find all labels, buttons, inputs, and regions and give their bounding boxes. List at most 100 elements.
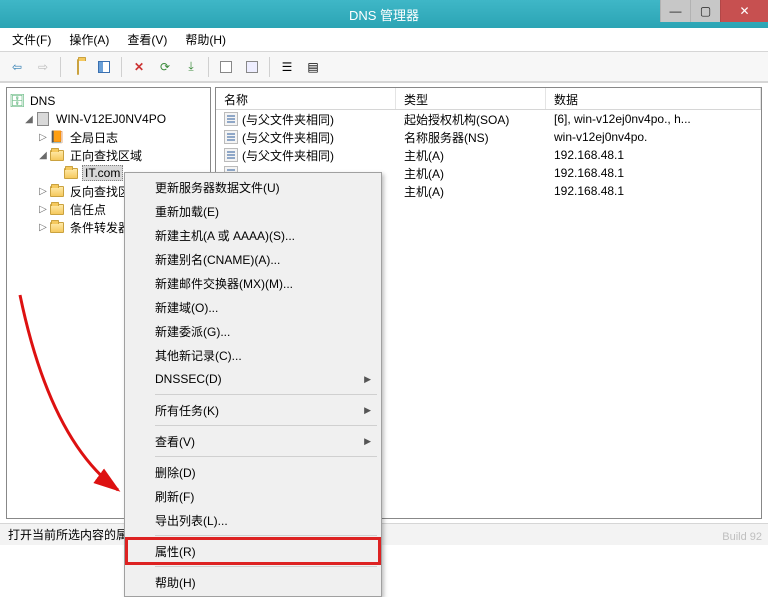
- properties-icon: [220, 61, 232, 73]
- menu-bar: 文件(F) 操作(A) 查看(V) 帮助(H): [0, 28, 768, 52]
- log-icon: 📙: [49, 129, 65, 145]
- menu-separator: [155, 456, 377, 457]
- menu-properties[interactable]: 属性(R): [127, 539, 379, 563]
- menu-refresh[interactable]: 刷新(F): [127, 484, 379, 508]
- tree-global-log[interactable]: 全局日志: [68, 129, 120, 146]
- refresh-icon: ⟳: [160, 60, 170, 74]
- build-text: Build 92: [722, 531, 762, 543]
- record-icon: [224, 148, 238, 162]
- menu-dnssec[interactable]: DNSSEC(D): [127, 367, 379, 391]
- toolbar-separator: [208, 57, 209, 77]
- folder-icon: [49, 219, 65, 235]
- menu-action[interactable]: 操作(A): [63, 29, 115, 50]
- arrow-left-icon: ⇦: [12, 60, 22, 74]
- close-button[interactable]: ✕: [720, 0, 768, 22]
- menu-help[interactable]: 帮助(H): [127, 570, 379, 594]
- list-icon: ▤: [307, 60, 318, 74]
- col-data[interactable]: 数据: [546, 88, 761, 109]
- menu-reload[interactable]: 重新加载(E): [127, 199, 379, 223]
- tree-root[interactable]: DNS: [28, 94, 57, 108]
- maximize-button[interactable]: ▢: [690, 0, 720, 22]
- window-controls: — ▢ ✕: [660, 0, 768, 22]
- table-row[interactable]: (与父文件夹相同)主机(A)192.168.48.1: [216, 146, 761, 164]
- cell-data: win-v12ej0nv4po.: [546, 130, 761, 144]
- col-type[interactable]: 类型: [396, 88, 546, 109]
- cell-type: 主机(A): [396, 165, 546, 182]
- menu-file[interactable]: 文件(F): [6, 29, 57, 50]
- cell-type: 起始授权机构(SOA): [396, 111, 546, 128]
- folder-icon: [49, 183, 65, 199]
- cell-type: 主机(A): [396, 147, 546, 164]
- cell-type: 主机(A): [396, 183, 546, 200]
- expand-toggle[interactable]: ▷: [37, 132, 49, 143]
- table-row[interactable]: (与父文件夹相同) 名称服务器(NS)win-v12ej0nv4po.: [216, 128, 761, 146]
- cell-data: [6], win-v12ej0nv4po., h...: [546, 112, 761, 126]
- menu-separator: [155, 425, 377, 426]
- filter-button[interactable]: ☰: [276, 56, 298, 78]
- menu-help[interactable]: 帮助(H): [179, 29, 232, 50]
- menu-new-host[interactable]: 新建主机(A 或 AAAA)(S)...: [127, 223, 379, 247]
- expand-toggle[interactable]: ▷: [37, 204, 49, 215]
- back-button[interactable]: ⇦: [6, 56, 28, 78]
- folder-icon: [49, 147, 65, 163]
- toolbar-separator: [269, 57, 270, 77]
- title-bar: DNS 管理器 — ▢ ✕: [0, 0, 768, 28]
- menu-new-mx[interactable]: 新建邮件交换器(MX)(M)...: [127, 271, 379, 295]
- cell-name: (与父文件夹相同): [242, 129, 334, 146]
- menu-separator: [155, 535, 377, 536]
- refresh-button[interactable]: ⟳: [154, 56, 176, 78]
- cell-name: (与父文件夹相同): [242, 111, 334, 128]
- toolbar-separator: [60, 57, 61, 77]
- menu-delete[interactable]: 删除(D): [127, 460, 379, 484]
- window-title: DNS 管理器: [349, 5, 419, 24]
- cell-data: 192.168.48.1: [546, 166, 761, 180]
- forward-button[interactable]: ⇨: [32, 56, 54, 78]
- menu-new-delegation[interactable]: 新建委派(G)...: [127, 319, 379, 343]
- minimize-button[interactable]: —: [660, 0, 690, 22]
- menu-view[interactable]: 查看(V): [127, 429, 379, 453]
- delete-button[interactable]: ✕: [128, 56, 150, 78]
- menu-separator: [155, 394, 377, 395]
- menu-view[interactable]: 查看(V): [121, 29, 173, 50]
- menu-all-tasks[interactable]: 所有任务(K): [127, 398, 379, 422]
- list-header: 名称 类型 数据: [216, 88, 761, 110]
- tree-server[interactable]: WIN-V12EJ0NV4PO: [54, 112, 168, 126]
- menu-update-server[interactable]: 更新服务器数据文件(U): [127, 175, 379, 199]
- expand-toggle[interactable]: ▷: [37, 186, 49, 197]
- panel-icon: [98, 61, 110, 73]
- folder-up-icon: [77, 60, 79, 74]
- toolbar-separator: [121, 57, 122, 77]
- collapse-toggle[interactable]: ◢: [37, 150, 49, 161]
- cell-type: 名称服务器(NS): [396, 129, 546, 146]
- menu-new-domain[interactable]: 新建域(O)...: [127, 295, 379, 319]
- delete-icon: ✕: [134, 60, 144, 74]
- menu-new-cname[interactable]: 新建别名(CNAME)(A)...: [127, 247, 379, 271]
- status-bar: 打开当前所选内容的属性对话框。: [0, 523, 768, 545]
- export-button[interactable]: ⤓: [180, 56, 202, 78]
- expand-toggle[interactable]: ▷: [37, 222, 49, 233]
- properties-button[interactable]: [215, 56, 237, 78]
- export-icon: ⤓: [188, 59, 193, 74]
- help-button[interactable]: [241, 56, 263, 78]
- tree-zone-selected[interactable]: IT.com: [82, 165, 123, 181]
- menu-export-list[interactable]: 导出列表(L)...: [127, 508, 379, 532]
- help-icon: [246, 61, 258, 73]
- zone-icon: [63, 165, 79, 181]
- dns-root-icon: 🗄: [9, 93, 25, 109]
- col-name[interactable]: 名称: [216, 88, 396, 109]
- tree-cond[interactable]: 条件转发器: [68, 219, 132, 236]
- body-panes: 🗄DNS ◢WIN-V12EJ0NV4PO ▷📙全局日志 ◢正向查找区域 IT.…: [0, 82, 768, 523]
- tree-trust[interactable]: 信任点: [68, 201, 108, 218]
- record-icon: [224, 130, 238, 144]
- collapse-toggle[interactable]: ◢: [23, 114, 35, 125]
- cell-name: (与父文件夹相同): [242, 147, 334, 164]
- cell-data: 192.168.48.1: [546, 184, 761, 198]
- context-menu: 更新服务器数据文件(U) 重新加载(E) 新建主机(A 或 AAAA)(S)..…: [124, 172, 382, 597]
- menu-other-new[interactable]: 其他新记录(C)...: [127, 343, 379, 367]
- table-row[interactable]: (与父文件夹相同) 起始授权机构(SOA)[6], win-v12ej0nv4po…: [216, 110, 761, 128]
- show-hide-button[interactable]: [93, 56, 115, 78]
- tree-fwd-zone[interactable]: 正向查找区域: [68, 147, 144, 164]
- up-button[interactable]: [67, 56, 89, 78]
- list-button[interactable]: ▤: [302, 56, 324, 78]
- record-icon: [224, 112, 238, 126]
